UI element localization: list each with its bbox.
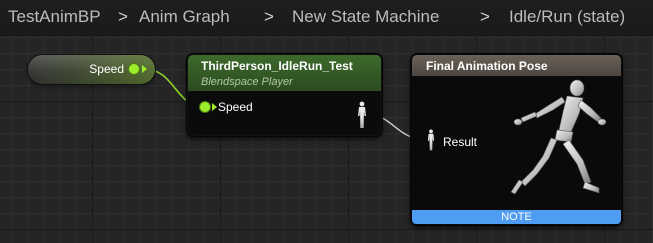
running-mannequin-icon	[510, 79, 607, 195]
person-pose-icon[interactable]	[356, 101, 368, 129]
pin-arrow-icon	[212, 103, 217, 111]
node-title: Final Animation Pose	[426, 59, 548, 73]
node-header: Final Animation Pose	[412, 55, 621, 76]
speed-input-label: Speed	[218, 100, 253, 114]
variable-label: Speed	[89, 62, 124, 76]
person-pose-icon[interactable]	[426, 129, 436, 151]
blendspace-player-node[interactable]: ThirdPerson_IdleRun_Test Blendspace Play…	[187, 54, 382, 136]
node-body	[188, 91, 381, 135]
node-subtitle: Blendspace Player	[201, 76, 293, 88]
result-input-label: Result	[443, 135, 478, 149]
note-bar[interactable]: NOTE	[412, 210, 621, 224]
speed-variable-node[interactable]: Speed	[28, 55, 155, 84]
final-animation-pose-node[interactable]: Final Animation Pose Result NOTE	[411, 54, 622, 225]
pin-arrow-icon	[142, 65, 147, 73]
speed-input-pin[interactable]	[200, 102, 210, 112]
node-title: ThirdPerson_IdleRun_Test	[201, 59, 353, 73]
node-header: ThirdPerson_IdleRun_Test Blendspace Play…	[188, 55, 381, 91]
speed-output-pin[interactable]	[129, 64, 139, 74]
